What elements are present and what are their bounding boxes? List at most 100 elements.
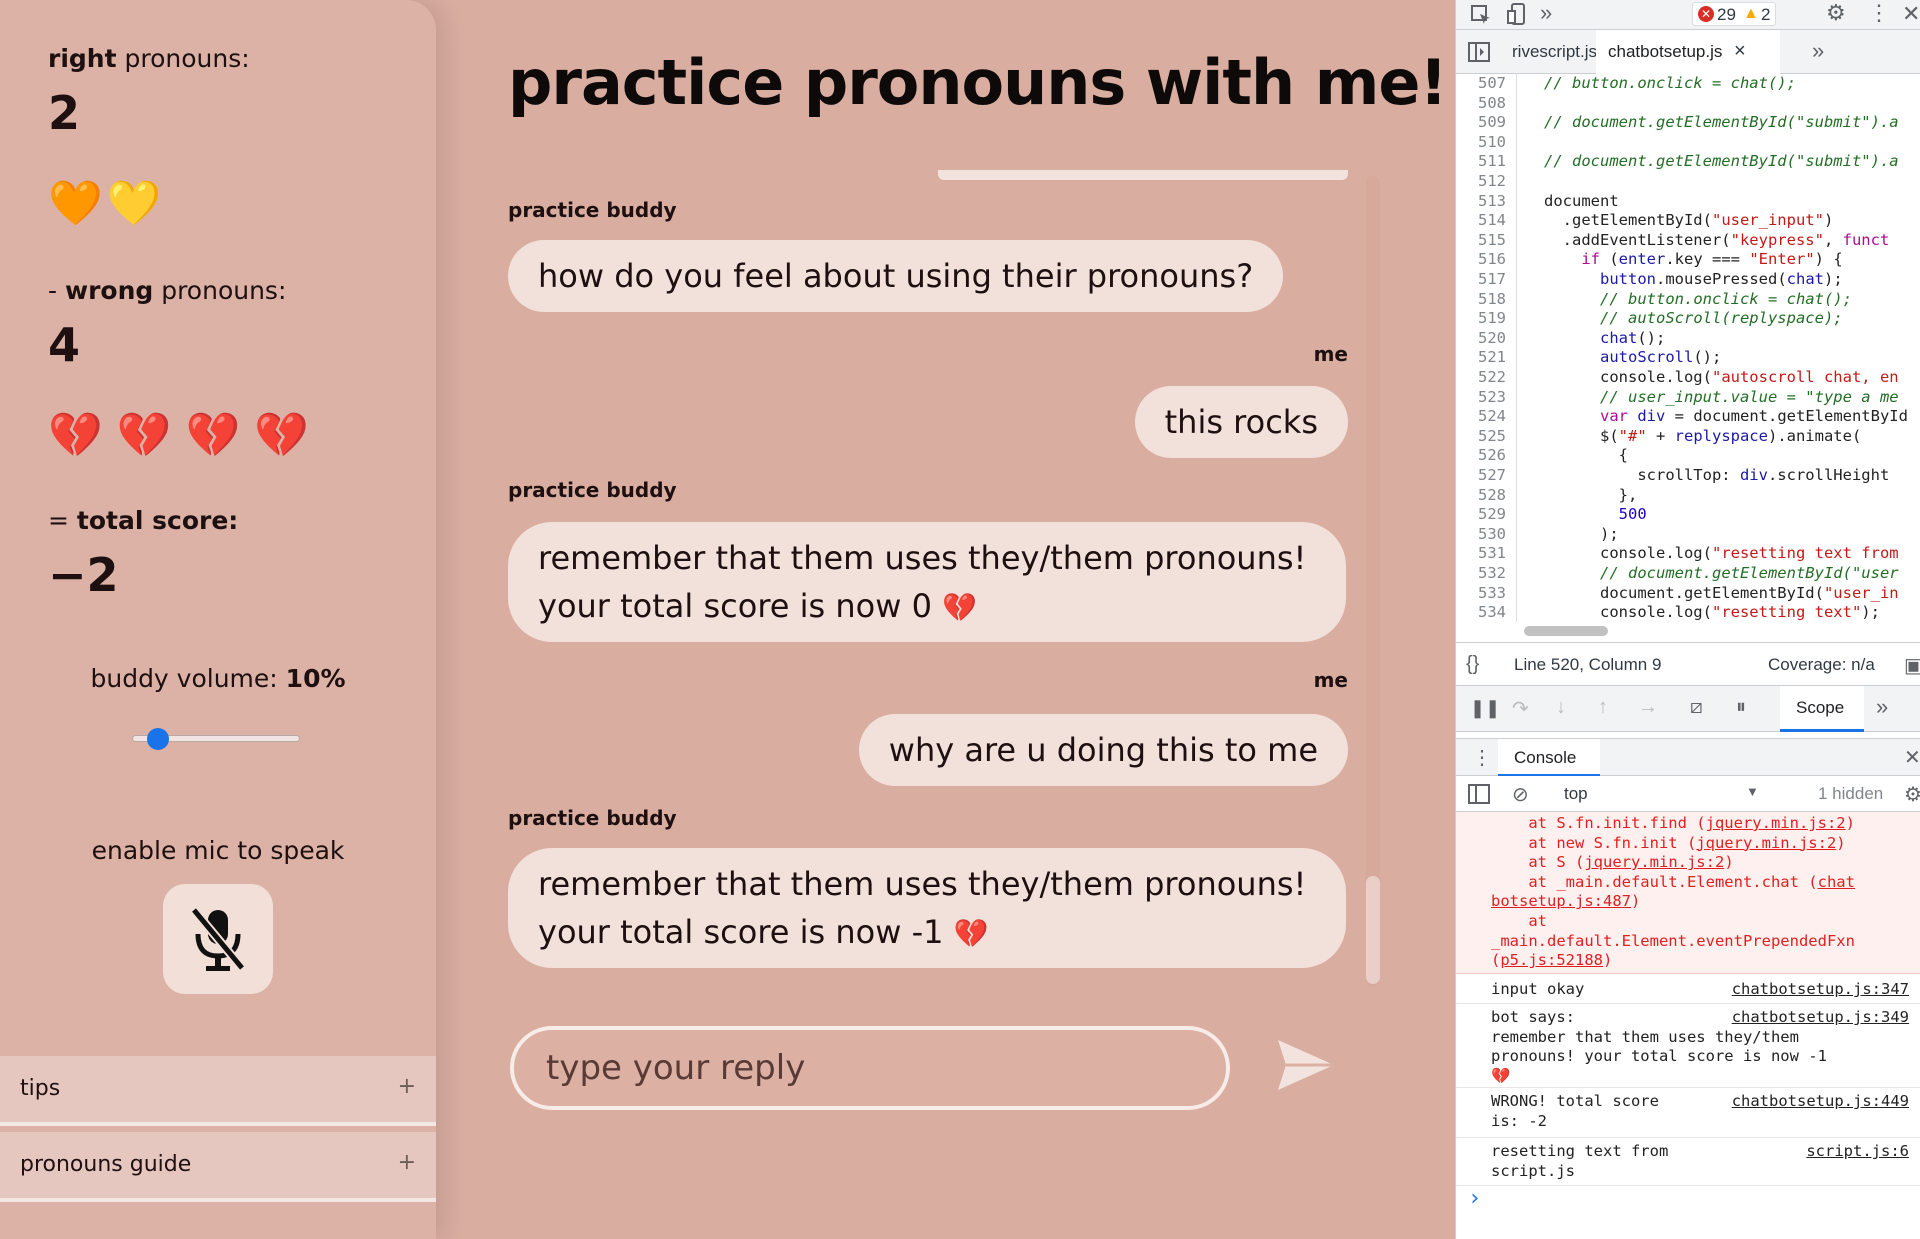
chat-scrollbar[interactable] bbox=[1366, 176, 1380, 986]
source-tabs: rivescript.js chatbotsetup.js × » bbox=[1456, 30, 1920, 74]
mic-label: enable mic to speak bbox=[91, 836, 345, 865]
drawer-header: ⋮ Console ✕ bbox=[1456, 738, 1920, 777]
error-trace-line: at bbox=[1491, 912, 1547, 930]
console-prompt[interactable]: › bbox=[1468, 1186, 1481, 1211]
chat-scrollbar-thumb[interactable] bbox=[1366, 876, 1380, 984]
tab-chatbotsetup[interactable]: chatbotsetup.js × bbox=[1596, 30, 1780, 74]
line-number[interactable]: 507 bbox=[1456, 74, 1506, 92]
code-text: { bbox=[1544, 446, 1628, 465]
coverage-icon[interactable]: ▣ bbox=[1904, 653, 1920, 678]
line-number[interactable]: 524 bbox=[1456, 407, 1506, 425]
pretty-print-icon[interactable]: {} bbox=[1466, 653, 1479, 676]
inspect-element-icon[interactable] bbox=[1470, 4, 1492, 26]
console-sidebar-icon[interactable] bbox=[1468, 784, 1490, 804]
chat-log[interactable]: practice buddy how do you feel about usi… bbox=[508, 170, 1348, 980]
chevron-down-icon[interactable]: ▼ bbox=[1746, 784, 1759, 799]
line-number[interactable]: 528 bbox=[1456, 486, 1506, 504]
line-number[interactable]: 519 bbox=[1456, 309, 1506, 327]
line-number[interactable]: 534 bbox=[1456, 603, 1506, 621]
line-number[interactable]: 521 bbox=[1456, 348, 1506, 366]
line-number[interactable]: 515 bbox=[1456, 231, 1506, 249]
tab-console[interactable]: Console bbox=[1498, 739, 1600, 777]
line-number[interactable]: 508 bbox=[1456, 94, 1506, 112]
hidden-messages-count[interactable]: 1 hidden bbox=[1818, 784, 1883, 804]
tab-rivescript[interactable]: rivescript.js bbox=[1512, 42, 1597, 62]
step-out-icon[interactable]: ↑ bbox=[1598, 696, 1608, 719]
scope-label: Scope bbox=[1796, 698, 1845, 717]
source-link[interactable]: script.js:6 bbox=[1806, 1142, 1909, 1160]
more-tabs-icon[interactable]: » bbox=[1540, 0, 1552, 26]
more-tabs-icon[interactable]: » bbox=[1876, 694, 1888, 720]
pause-on-exceptions-icon[interactable]: ⏸ bbox=[1736, 696, 1746, 719]
close-devtools-icon[interactable]: ✕ bbox=[1902, 1, 1920, 27]
line-number[interactable]: 514 bbox=[1456, 211, 1506, 229]
source-link[interactable]: chatbotsetup.js:349 bbox=[1732, 1008, 1909, 1026]
line-number[interactable]: 509 bbox=[1456, 113, 1506, 131]
line-number[interactable]: 517 bbox=[1456, 270, 1506, 288]
step-into-icon[interactable]: ↓ bbox=[1556, 696, 1566, 719]
code-text: .getElementById("user_input") bbox=[1544, 211, 1834, 230]
console-error-trace: at S.fn.init.find (jquery.min.js:2) at n… bbox=[1456, 812, 1920, 974]
device-toolbar-icon[interactable] bbox=[1506, 3, 1528, 25]
line-number[interactable]: 513 bbox=[1456, 192, 1506, 210]
line-number[interactable]: 522 bbox=[1456, 368, 1506, 386]
code-text: document.getElementById("user_in bbox=[1544, 583, 1899, 602]
code-text: console.log("autoscroll chat, en bbox=[1544, 368, 1899, 386]
log-message: WRONG! total score is: -2 bbox=[1491, 1092, 1659, 1130]
clear-console-icon[interactable]: ⊘ bbox=[1512, 782, 1529, 807]
code-text: autoScroll(); bbox=[1600, 348, 1722, 367]
line-number[interactable]: 511 bbox=[1456, 152, 1506, 170]
send-icon[interactable] bbox=[1276, 1036, 1336, 1094]
horizontal-scrollbar[interactable] bbox=[1524, 626, 1608, 636]
pause-icon[interactable]: ❚❚ bbox=[1470, 698, 1500, 719]
line-number[interactable]: 516 bbox=[1456, 250, 1506, 268]
warning-count: 2 bbox=[1761, 5, 1771, 24]
more-tabs-icon[interactable]: » bbox=[1812, 38, 1824, 64]
line-number[interactable]: 510 bbox=[1456, 133, 1506, 151]
line-number[interactable]: 530 bbox=[1456, 525, 1506, 543]
tips-label: tips bbox=[20, 1076, 61, 1101]
tips-accordion[interactable]: tips + bbox=[0, 1056, 436, 1126]
context-selector[interactable]: top bbox=[1564, 784, 1588, 804]
line-number[interactable]: 527 bbox=[1456, 466, 1506, 484]
line-number[interactable]: 518 bbox=[1456, 290, 1506, 308]
tab-scope[interactable]: Scope bbox=[1780, 686, 1864, 732]
source-link[interactable]: chatbotsetup.js:347 bbox=[1732, 980, 1909, 998]
settings-icon[interactable]: ⚙ bbox=[1826, 0, 1846, 26]
close-tab-icon[interactable]: × bbox=[1734, 40, 1746, 63]
buddy-volume-slider[interactable] bbox=[132, 728, 300, 750]
toggle-navigator-icon[interactable] bbox=[1468, 42, 1490, 62]
line-number[interactable]: 529 bbox=[1456, 505, 1506, 523]
code-editor[interactable]: 507 // button.onclick = chat(); 508 509 // d… bbox=[1456, 74, 1920, 622]
step-over-icon[interactable]: ↷ bbox=[1512, 696, 1529, 721]
close-drawer-icon[interactable]: ✕ bbox=[1904, 745, 1920, 770]
step-icon[interactable]: → bbox=[1638, 696, 1658, 719]
code-text: console.log("resetting text from bbox=[1544, 544, 1899, 563]
line-number[interactable]: 532 bbox=[1456, 564, 1506, 582]
deactivate-breakpoints-icon[interactable]: ⧄ bbox=[1690, 696, 1703, 719]
reply-input[interactable]: type your reply bbox=[510, 1026, 1230, 1110]
log-message: resetting text from script.js bbox=[1491, 1142, 1669, 1180]
pronouns-guide-accordion[interactable]: pronouns guide + bbox=[0, 1132, 436, 1202]
mic-toggle-button[interactable] bbox=[163, 884, 273, 994]
slider-thumb[interactable] bbox=[146, 728, 169, 750]
console-output[interactable]: at S.fn.init.find (jquery.min.js:2) at n… bbox=[1456, 812, 1920, 1239]
source-link[interactable]: chatbotsetup.js:449 bbox=[1732, 1092, 1909, 1110]
line-number[interactable]: 531 bbox=[1456, 544, 1506, 562]
line-number[interactable]: 526 bbox=[1456, 446, 1506, 464]
kebab-menu-icon[interactable]: ⋮ bbox=[1868, 0, 1890, 26]
issue-counter[interactable]: ✕ 29 ▲ 2 bbox=[1692, 2, 1776, 26]
drawer-menu-icon[interactable]: ⋮ bbox=[1472, 745, 1492, 770]
line-number[interactable]: 533 bbox=[1456, 584, 1506, 602]
expand-icon[interactable]: + bbox=[398, 1150, 416, 1175]
code-text: console.log("resetting text"); bbox=[1544, 603, 1880, 622]
line-number[interactable]: 512 bbox=[1456, 172, 1506, 190]
console-settings-icon[interactable]: ⚙ bbox=[1904, 782, 1920, 807]
buddy-message: remember that them uses they/them pronou… bbox=[508, 522, 1346, 642]
devtools-panel: » ✕ 29 ▲ 2 ⚙ ⋮ ✕ rivescript.js chatbotse… bbox=[1455, 0, 1920, 1239]
line-number[interactable]: 523 bbox=[1456, 388, 1506, 406]
line-number[interactable]: 520 bbox=[1456, 329, 1506, 347]
sender-label: practice buddy bbox=[508, 478, 677, 502]
expand-icon[interactable]: + bbox=[398, 1074, 416, 1099]
line-number[interactable]: 525 bbox=[1456, 427, 1506, 445]
